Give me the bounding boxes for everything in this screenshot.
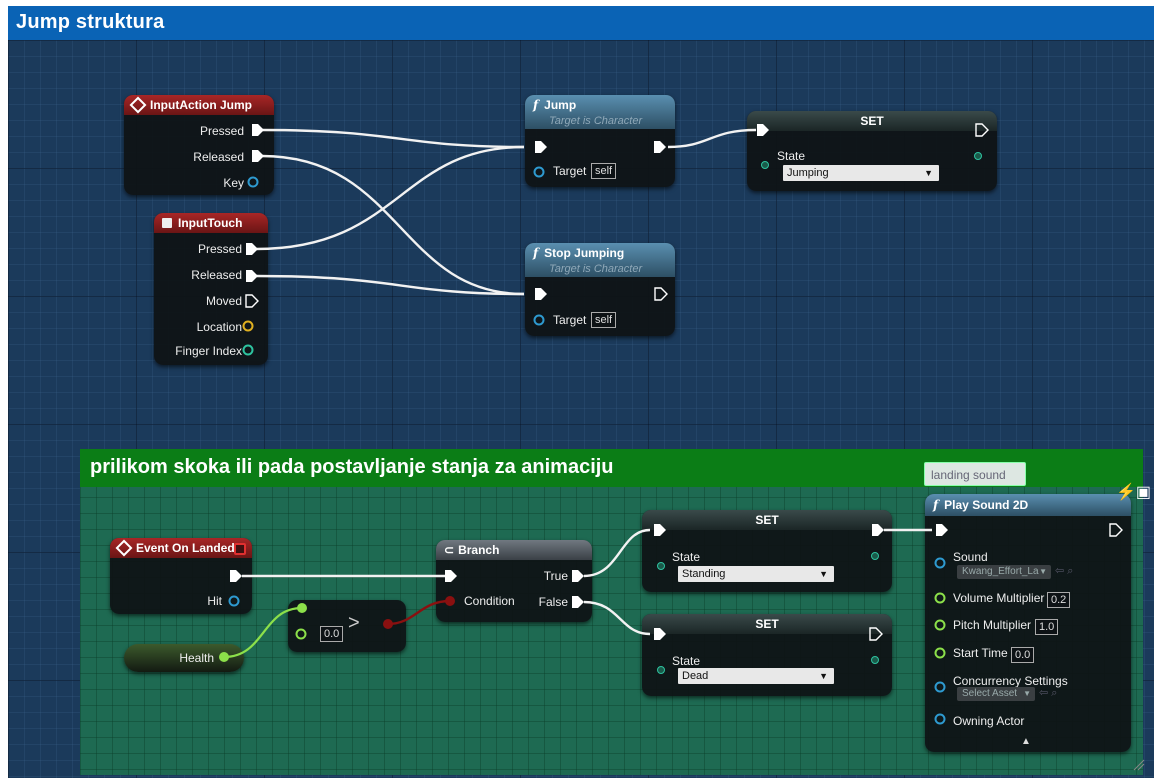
exec-pin[interactable] [535, 288, 547, 300]
float-pin[interactable] [295, 628, 307, 640]
object-pin[interactable] [533, 314, 545, 326]
blueprint-editor: Jump struktura prilikom skoka ili pada p… [0, 0, 1154, 783]
float-pin-connected[interactable] [219, 652, 229, 662]
byte-pin[interactable] [761, 161, 769, 169]
pin-layer [219, 123, 1145, 771]
byte-pin[interactable] [657, 666, 665, 674]
exec-pin[interactable] [535, 141, 547, 153]
object-pin[interactable] [247, 176, 259, 188]
byte-pin[interactable] [871, 552, 879, 560]
object-pin[interactable] [533, 166, 545, 178]
float-pin[interactable] [934, 592, 946, 604]
exec-pin[interactable] [572, 570, 584, 582]
exec-pin-unconnected[interactable] [245, 294, 259, 308]
byte-pin[interactable] [871, 656, 879, 664]
exec-pin[interactable] [936, 524, 948, 536]
exec-pin[interactable] [757, 124, 769, 136]
exec-pin-unconnected[interactable] [1109, 523, 1123, 537]
exec-pin-unconnected[interactable] [869, 627, 883, 641]
exec-pin[interactable] [654, 141, 666, 153]
float-pin-connected[interactable] [297, 603, 307, 613]
exec-pin[interactable] [654, 628, 666, 640]
exec-pin[interactable] [246, 270, 258, 282]
exec-pin[interactable] [252, 150, 264, 162]
byte-pin[interactable] [657, 562, 665, 570]
object-pin[interactable] [228, 595, 240, 607]
float-pin[interactable] [934, 647, 946, 659]
exec-pin[interactable] [230, 570, 242, 582]
exec-pin-unconnected[interactable] [654, 287, 668, 301]
int-pin[interactable] [242, 344, 254, 356]
exec-pin[interactable] [654, 524, 666, 536]
bool-pin-connected[interactable] [383, 619, 393, 629]
exec-pin-unconnected[interactable] [975, 123, 989, 137]
exec-pin[interactable] [445, 570, 457, 582]
bool-pin-connected[interactable] [445, 596, 455, 606]
object-pin[interactable] [934, 557, 946, 569]
exec-pin[interactable] [246, 243, 258, 255]
exec-pin[interactable] [872, 524, 884, 536]
exec-pin[interactable] [252, 124, 264, 136]
object-pin[interactable] [934, 681, 946, 693]
byte-pin[interactable] [974, 152, 982, 160]
object-pin[interactable] [934, 713, 946, 725]
exec-pin[interactable] [572, 596, 584, 608]
struct-pin[interactable] [242, 320, 254, 332]
float-pin[interactable] [934, 619, 946, 631]
